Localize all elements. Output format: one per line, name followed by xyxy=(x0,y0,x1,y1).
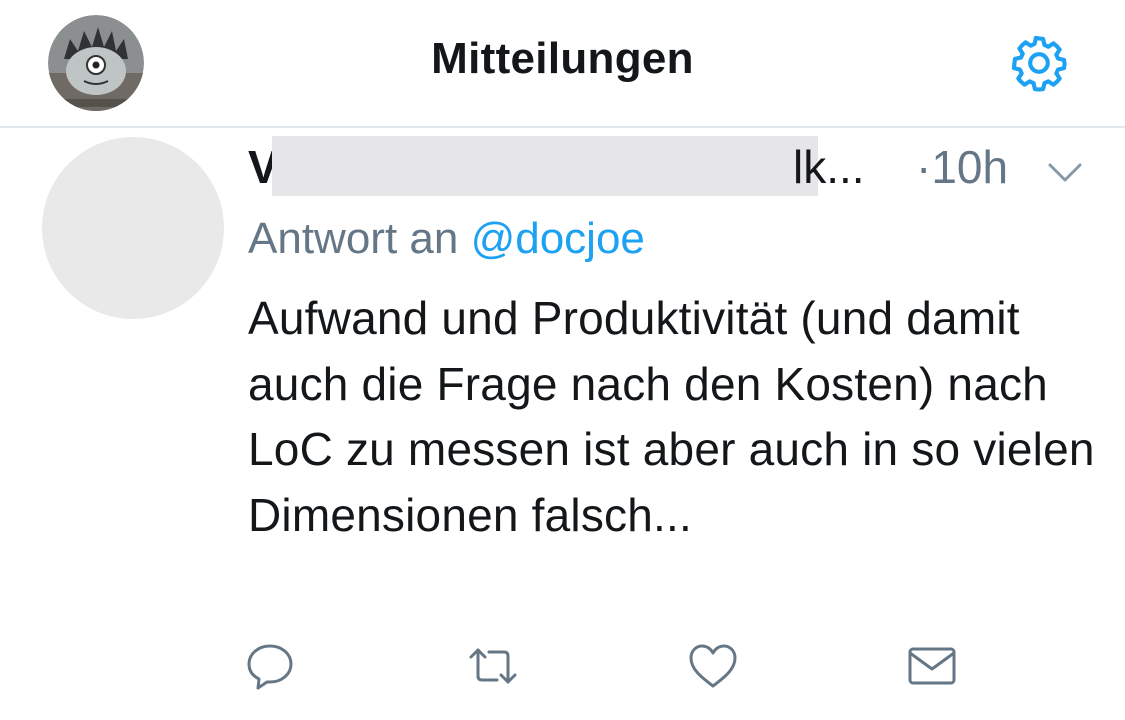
author-handle[interactable]: lk... xyxy=(793,142,865,192)
reply-icon xyxy=(247,644,293,690)
tweet-text: Aufwand und Produktivität (und damit auc… xyxy=(248,292,1095,541)
reply-button[interactable] xyxy=(244,640,296,692)
page-title: Mitteilungen xyxy=(431,34,694,83)
chevron-down-icon[interactable] xyxy=(1048,162,1082,184)
top-bar: Mitteilungen xyxy=(0,0,1125,128)
retweet-icon xyxy=(469,648,517,684)
reply-prefix: Antwort an xyxy=(248,214,459,263)
direct-message-button[interactable] xyxy=(906,640,958,692)
gear-icon xyxy=(1011,35,1067,92)
reply-context: Antwort an @docjoe xyxy=(248,214,645,264)
settings-button[interactable] xyxy=(1005,32,1073,94)
reply-handle-link[interactable]: @docjoe xyxy=(471,214,645,263)
retweet-button[interactable] xyxy=(467,640,519,692)
tweet-timestamp: ·10h xyxy=(916,141,1009,193)
tweet-header: V lk... ·10h xyxy=(248,136,1108,198)
message-icon xyxy=(908,647,956,685)
like-button[interactable] xyxy=(687,640,739,692)
tweet-author-avatar[interactable] xyxy=(42,137,224,319)
like-icon xyxy=(689,644,737,688)
redaction-box xyxy=(272,136,818,196)
